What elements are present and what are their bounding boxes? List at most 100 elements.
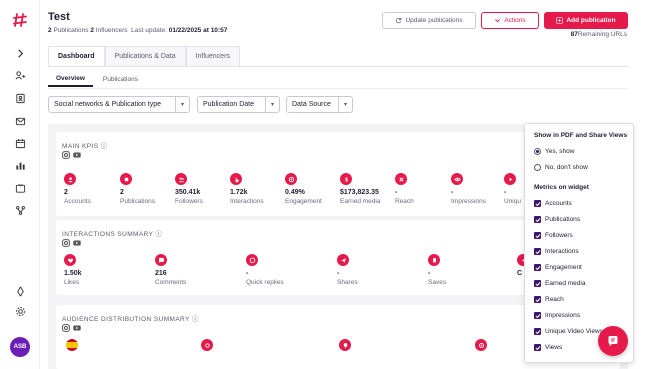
interaction-shares: - Shares — [337, 254, 417, 286]
kpi-value: - — [504, 189, 507, 196]
checkbox-checked-icon[interactable] — [534, 328, 541, 335]
checkbox-accounts[interactable]: Accounts — [534, 200, 572, 207]
interaction-value: - — [428, 270, 431, 277]
checkbox-followers[interactable]: Followers — [534, 232, 573, 239]
page-title: Test — [48, 11, 70, 23]
radio-no-label: No, don't show — [545, 164, 588, 171]
checkbox-impressions[interactable]: Impressions — [534, 312, 580, 319]
followers-icon — [175, 173, 187, 185]
publication-icon — [120, 173, 132, 185]
checkbox-earned-media[interactable]: Earned media — [534, 280, 585, 287]
subtab-publications[interactable]: Publications — [95, 71, 146, 87]
main-tabs: Dashboard Publications & Data Influencer… — [48, 46, 240, 66]
checkbox-checked-icon[interactable] — [534, 232, 541, 239]
data-source-filter-label: Data Source — [292, 101, 331, 108]
integrations-icon[interactable] — [13, 203, 27, 217]
header: Test 2 Publications 2 Influencers Last u… — [40, 0, 651, 44]
add-publication-button[interactable]: Add publication — [544, 12, 628, 29]
radio-yes-label: Yes, show — [545, 148, 575, 155]
data-source-filter[interactable]: Data Source ▾ — [286, 96, 353, 113]
calendar-icon[interactable] — [13, 136, 27, 150]
radio-unchecked-icon[interactable] — [534, 164, 541, 171]
publications-count: 2 — [48, 27, 52, 34]
interaction-label: Saves — [428, 279, 447, 286]
contacts-icon[interactable] — [13, 91, 27, 105]
tabs-divider — [48, 66, 628, 67]
checkbox-checked-icon[interactable] — [534, 344, 541, 351]
checkbox-label: Earned media — [545, 280, 586, 287]
youtube-icon — [73, 324, 81, 332]
checkbox-label: Unique Video Views — [545, 328, 603, 335]
checkbox-unique-video-views[interactable]: Unique Video Views — [534, 328, 603, 335]
radio-yes-show[interactable]: Yes, show — [534, 148, 574, 155]
chevron-right-icon[interactable] — [13, 46, 27, 60]
checkbox-checked-icon[interactable] — [534, 200, 541, 207]
social-networks-filter-label: Social networks & Publication type — [54, 101, 161, 108]
checkbox-publications[interactable]: Publications — [534, 216, 580, 223]
interaction-value: 216 — [155, 270, 167, 277]
tab-influencers[interactable]: Influencers — [185, 46, 240, 66]
messages-icon[interactable] — [13, 114, 27, 128]
actions-button[interactable]: Actions — [481, 12, 539, 29]
checkbox-checked-icon[interactable] — [534, 280, 541, 287]
heart-icon — [64, 254, 76, 266]
media-icon[interactable] — [13, 181, 27, 195]
influencers-icon[interactable] — [13, 68, 27, 82]
checkbox-checked-icon[interactable] — [534, 312, 541, 319]
caret-down-icon: ▾ — [338, 97, 352, 112]
info-icon[interactable]: ⓘ — [101, 143, 108, 150]
interaction-value: 1.50k — [64, 270, 82, 277]
chat-icon — [608, 336, 618, 347]
checkbox-reach[interactable]: Reach — [534, 296, 564, 303]
avatar[interactable]: ASB — [10, 337, 30, 357]
radio-checked-icon[interactable] — [534, 148, 541, 155]
plus-icon — [556, 17, 564, 24]
checkbox-views[interactable]: Views — [534, 344, 562, 351]
info-icon[interactable]: ⓘ — [192, 316, 199, 323]
chat-button[interactable] — [598, 326, 628, 356]
checkbox-checked-icon[interactable] — [534, 264, 541, 271]
update-publications-label: Update publications — [405, 17, 463, 24]
instagram-icon — [62, 324, 70, 332]
interaction-value: - — [337, 270, 340, 277]
publication-date-filter[interactable]: Publication Date ▾ — [197, 96, 280, 113]
tools-icon[interactable] — [13, 284, 27, 298]
interactions-icon — [230, 173, 242, 185]
tab-publications-data[interactable]: Publications & Data — [104, 46, 186, 66]
interaction-label: Likes — [64, 279, 80, 286]
social-networks-filter[interactable]: Social networks & Publication type ▾ — [48, 96, 190, 113]
checkbox-checked-icon[interactable] — [534, 248, 541, 255]
main-kpis-title: MAIN KPIS ⓘ — [62, 143, 108, 150]
settings-icon[interactable] — [13, 304, 27, 318]
checkbox-label: Engagement — [545, 264, 582, 271]
network-icons — [62, 239, 81, 247]
caret-down-icon: ▾ — [265, 97, 279, 112]
page-subtitle: 2 Publications 2 Influencers Last update… — [48, 27, 227, 34]
youtube-icon — [73, 151, 81, 159]
interaction-likes: 1.50k Likes — [64, 254, 144, 286]
comment-icon — [155, 254, 167, 266]
publication-date-filter-label: Publication Date — [203, 101, 254, 108]
update-publications-button[interactable]: Update publications — [382, 12, 476, 29]
interaction-label: Comments — [155, 279, 187, 286]
share-icon — [337, 254, 349, 266]
remaining-count: 87 — [570, 31, 578, 38]
hashtag-logo-icon[interactable] — [12, 12, 28, 28]
analytics-icon[interactable] — [13, 158, 27, 172]
remaining-urls: 87Remaining URLs — [571, 31, 627, 38]
dollar-icon: $ — [340, 173, 352, 185]
interaction-label: Shares — [337, 279, 358, 286]
interaction-comments: 216 Comments — [155, 254, 235, 286]
remaining-label: Remaining URLs — [577, 31, 627, 38]
info-icon[interactable]: ⓘ — [155, 231, 162, 238]
subtab-overview[interactable]: Overview — [48, 71, 93, 87]
checkbox-checked-icon[interactable] — [534, 216, 541, 223]
checkbox-interactions[interactable]: Interactions — [534, 248, 579, 255]
checkbox-engagement[interactable]: Engagement — [534, 264, 582, 271]
radio-no-show[interactable]: No, don't show — [534, 164, 588, 171]
checkbox-label: Views — [545, 344, 563, 351]
checkbox-checked-icon[interactable] — [534, 296, 541, 303]
publications-label: Publications — [53, 27, 89, 34]
kpi-label: Uniqu — [504, 198, 521, 205]
tab-dashboard[interactable]: Dashboard — [48, 46, 105, 66]
